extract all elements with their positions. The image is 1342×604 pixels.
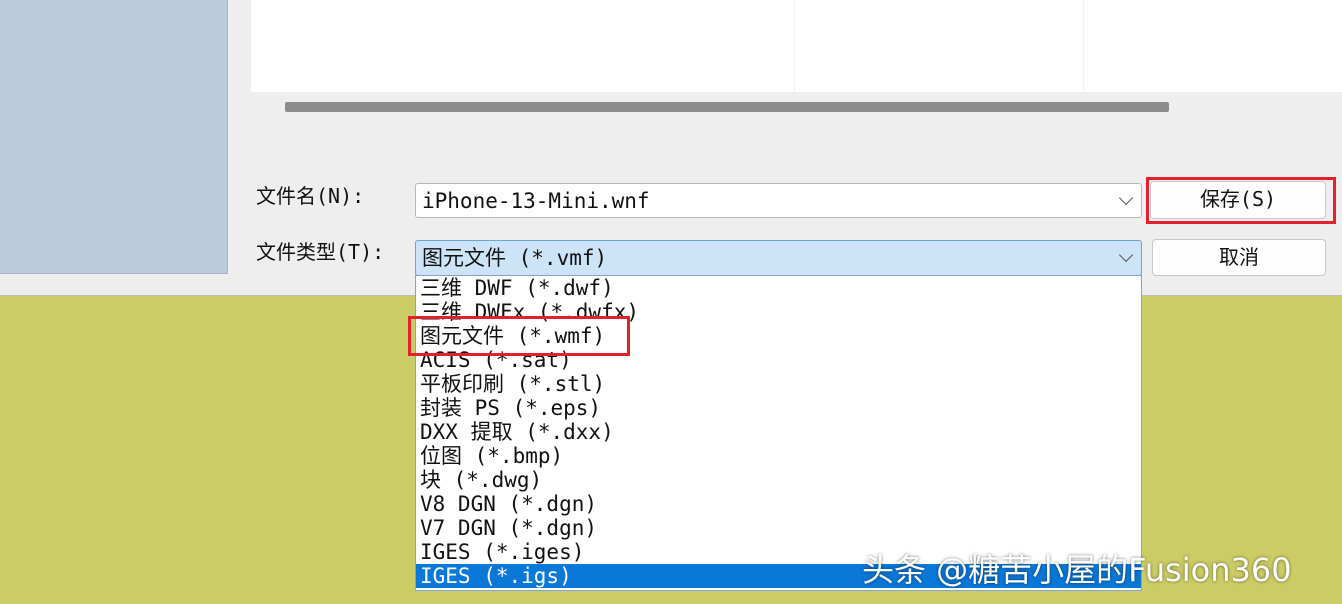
filetype-dropdown-list[interactable]: 三维 DWF (*.dwf) 三维 DWFx (*.dwfx) 图元文件 (*.wm… [415, 275, 1142, 591]
watermark-text: 头条 @糖苦小屋的Fusion360 [862, 551, 1292, 589]
screenshot: 文件名(N): iPhone-13-Mini.wnf 保存(S) 文件类型(T)… [0, 0, 1342, 604]
filetype-value: 图元文件 (*.vmf) [422, 246, 608, 270]
filetype-option[interactable]: 平板印刷 (*.stl) [416, 372, 1141, 396]
filetype-option[interactable]: ACIS (*.sat) [416, 348, 1141, 372]
navigation-pane[interactable] [0, 0, 228, 274]
column-separator [1083, 0, 1084, 92]
horizontal-scrollbar[interactable] [285, 102, 1169, 112]
chevron-down-icon[interactable] [1118, 247, 1134, 263]
file-list-area[interactable] [251, 0, 1342, 92]
filename-input[interactable]: iPhone-13-Mini.wnf [415, 183, 1142, 218]
filetype-option[interactable]: 图元文件 (*.wmf) [416, 324, 1141, 348]
filename-label: 文件名(N): [256, 184, 365, 208]
save-button[interactable]: 保存(S) [1150, 181, 1326, 219]
filetype-option[interactable]: 封装 PS (*.eps) [416, 396, 1141, 420]
filetype-option[interactable]: V8 DGN (*.dgn) [416, 492, 1141, 516]
filetype-option[interactable]: 三维 DWF (*.dwf) [416, 276, 1141, 300]
cancel-button[interactable]: 取消 [1152, 239, 1326, 276]
column-separator [794, 0, 795, 92]
filetype-option[interactable]: DXX 提取 (*.dxx) [416, 420, 1141, 444]
filetype-option[interactable]: 位图 (*.bmp) [416, 444, 1141, 468]
chevron-down-icon[interactable] [1118, 190, 1134, 206]
filetype-label: 文件类型(T): [256, 240, 385, 264]
filetype-select[interactable]: 图元文件 (*.vmf) [415, 240, 1142, 276]
filetype-option[interactable]: V7 DGN (*.dgn) [416, 516, 1141, 540]
filetype-option[interactable]: 块 (*.dwg) [416, 468, 1141, 492]
save-dialog: 文件名(N): iPhone-13-Mini.wnf 保存(S) 文件类型(T)… [0, 0, 1342, 296]
filename-value: iPhone-13-Mini.wnf [422, 189, 650, 213]
filetype-option[interactable]: 三维 DWFx (*.dwfx) [416, 300, 1141, 324]
